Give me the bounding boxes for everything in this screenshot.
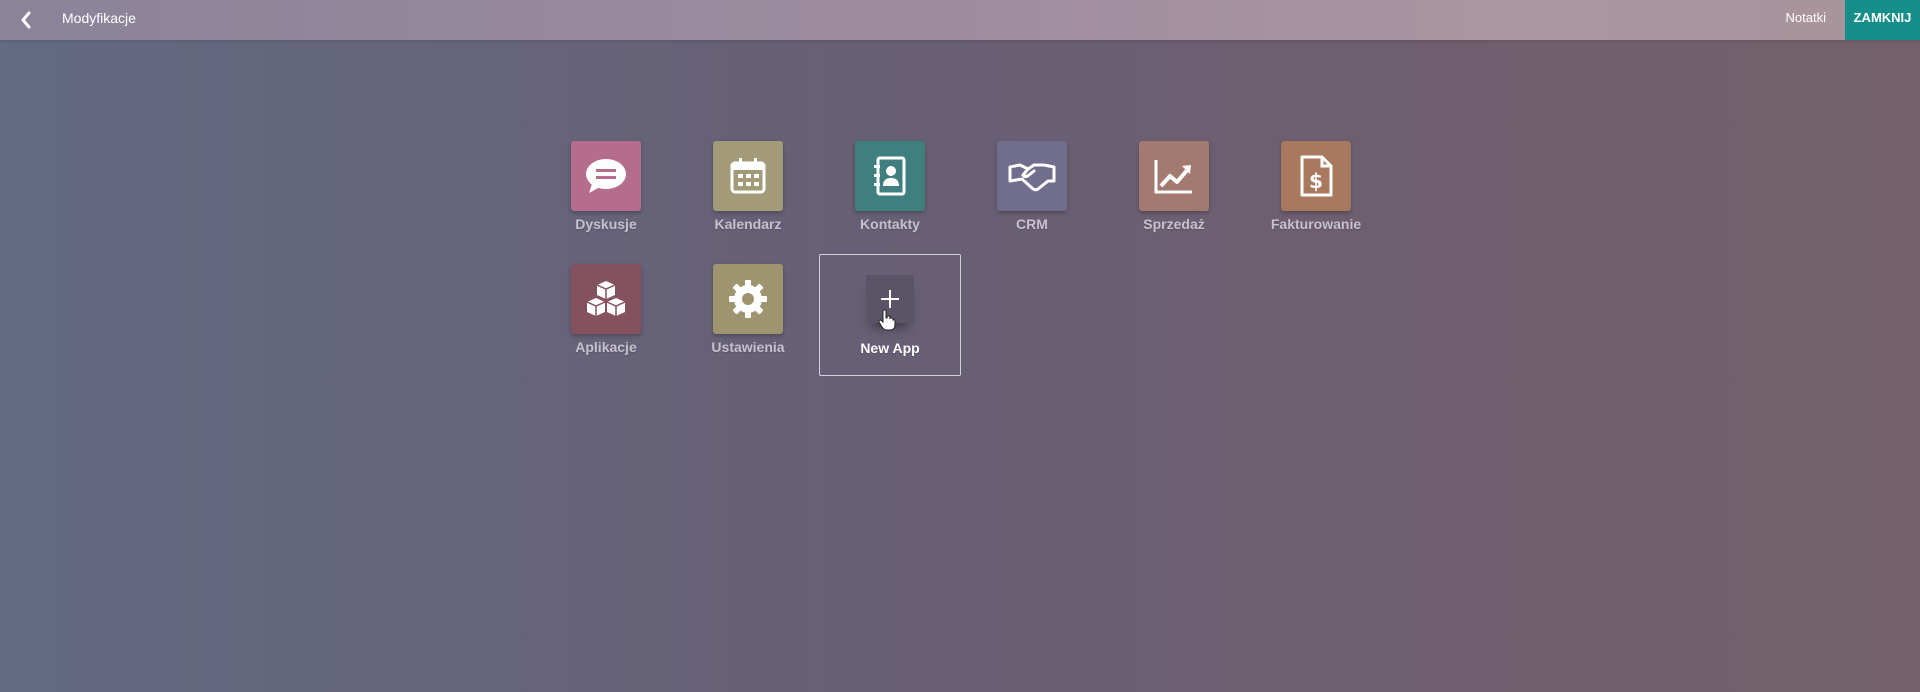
app-label: Ustawienia (711, 339, 785, 355)
app-icon-box (713, 141, 783, 211)
app-label: Aplikacje (575, 339, 637, 355)
invoice-dollar-icon: $ (1300, 155, 1333, 197)
app-tile-calendar[interactable]: Kalendarz (677, 131, 819, 251)
notes-link[interactable]: Notatki (1786, 0, 1826, 40)
app-label: New App (860, 340, 920, 356)
chevron-left-icon (21, 11, 31, 29)
new-app-button[interactable]: New App (819, 254, 961, 376)
trend-chart-icon (1154, 160, 1192, 194)
chat-bubble-icon (586, 159, 626, 193)
app-icon-box (1139, 141, 1209, 211)
address-book-icon (874, 156, 906, 196)
app-icon-box (866, 275, 914, 323)
app-icon-box (571, 141, 641, 211)
app-label: Dyskusje (575, 216, 637, 232)
handshake-icon (1008, 163, 1056, 192)
app-tile-apps[interactable]: Aplikacje (535, 254, 677, 374)
app-tile-crm[interactable]: CRM (961, 131, 1103, 251)
top-bar: Modyfikacje Notatki ZAMKNIJ (0, 0, 1920, 40)
cubes-icon (586, 281, 626, 316)
app-icon-box: $ (1281, 141, 1351, 211)
app-tile-contacts[interactable]: Kontakty (819, 131, 961, 251)
close-button[interactable]: ZAMKNIJ (1845, 0, 1920, 40)
app-tile-invoicing[interactable]: $ Fakturowanie (1245, 131, 1387, 251)
app-icon-box (571, 264, 641, 334)
page-title: Modyfikacje (62, 10, 136, 26)
app-icon-box (713, 264, 783, 334)
app-icon-box (855, 141, 925, 211)
svg-text:$: $ (1309, 169, 1323, 193)
app-label: Kontakty (860, 216, 920, 232)
app-tile-sales[interactable]: Sprzedaż (1103, 131, 1245, 251)
app-tile-discuss[interactable]: Dyskusje (535, 131, 677, 251)
app-label: Kalendarz (714, 216, 782, 232)
back-button[interactable] (10, 4, 42, 36)
app-label: Fakturowanie (1270, 216, 1362, 232)
plus-icon (881, 290, 899, 308)
app-icon-box (997, 141, 1067, 211)
app-tile-settings[interactable]: Ustawienia (677, 254, 819, 374)
app-label: Sprzedaż (1143, 216, 1205, 232)
calendar-icon (730, 158, 766, 194)
gear-icon (729, 280, 767, 318)
app-label: CRM (1016, 216, 1048, 232)
